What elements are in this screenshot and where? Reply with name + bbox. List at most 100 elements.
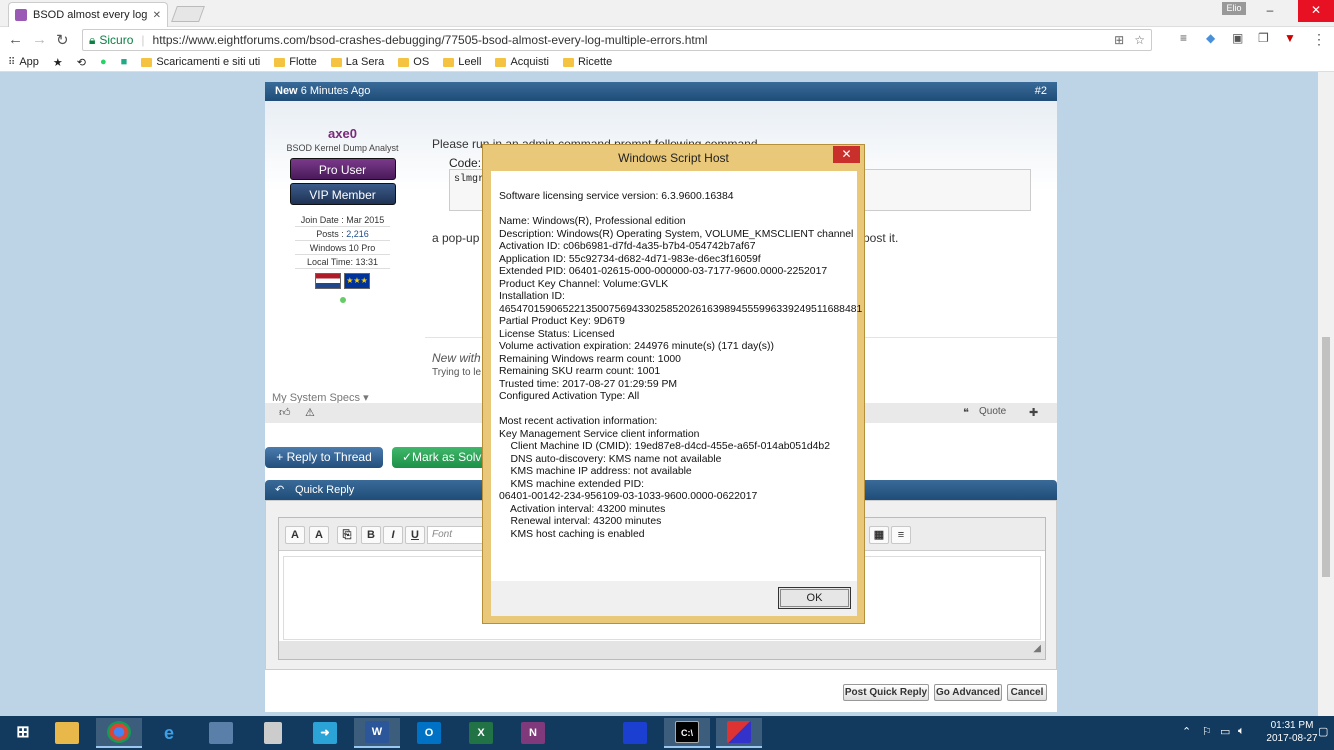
taskbar-word[interactable]: W <box>354 718 400 748</box>
extension-icon[interactable]: ≡ <box>1180 31 1187 45</box>
bookmark-folder[interactable]: OS <box>398 56 429 68</box>
extension-icon[interactable]: ❐ <box>1258 31 1269 45</box>
profile-badge[interactable]: Elio <box>1222 2 1246 15</box>
bookmark-star[interactable]: ★ <box>53 56 63 69</box>
volume-icon[interactable]: 🔈︎ <box>1238 725 1245 738</box>
go-advanced-button[interactable]: Go Advanced <box>934 684 1002 701</box>
taskbar-control-panel[interactable] <box>198 718 244 748</box>
username[interactable]: axe0 <box>275 126 410 141</box>
dialog-message: Software licensing service version: 6.3.… <box>491 171 862 581</box>
bookmark-whatsapp[interactable]: ● <box>100 56 107 68</box>
new-tab-button[interactable] <box>171 6 205 22</box>
mark-as-solved-button[interactable]: ✓Mark as Solv <box>392 447 487 468</box>
taskbar-app[interactable]: ➜ <box>302 718 348 748</box>
bookmark-folder[interactable]: Ricette <box>562 56 612 68</box>
taskbar-script-host[interactable] <box>716 718 762 748</box>
word-icon: W <box>365 721 389 743</box>
extension-icon[interactable]: ▣ <box>1232 31 1243 45</box>
remove-format-icon[interactable]: A <box>309 526 329 544</box>
reload-icon[interactable]: ↻ <box>56 31 69 49</box>
translate-icon[interactable]: ⊞ <box>1114 33 1124 47</box>
restore-button[interactable] <box>1266 0 1298 22</box>
reply-to-thread-button[interactable]: + Reply to Thread <box>265 447 383 468</box>
taskbar-app[interactable] <box>612 718 658 748</box>
dialog-line: Activation ID: c06b6981-d7fd-4a35-b7b4-0… <box>499 241 756 252</box>
bookmark-folder[interactable]: Flotte <box>274 56 317 68</box>
report-icon[interactable]: ⚠ <box>305 406 315 419</box>
forward-icon[interactable]: → <box>32 31 47 48</box>
bookmark-history[interactable]: ⟲ <box>77 56 86 69</box>
dialog-close-button[interactable]: ✕ <box>833 146 860 163</box>
post-count: Posts : 2,216 <box>295 229 390 241</box>
outlook-icon: O <box>417 722 441 744</box>
italic-button[interactable]: I <box>383 526 403 544</box>
taskbar-ie[interactable]: e <box>146 718 192 748</box>
bookmark-folder[interactable]: Leell <box>443 56 481 68</box>
dialog-line: Description: Windows(R) Operating System… <box>499 228 854 240</box>
address-bar[interactable]: 🔒︎ Sicuro | https://www.eightforums.com/… <box>82 29 1152 51</box>
page-scrollbar[interactable] <box>1318 72 1334 716</box>
font-color-icon[interactable]: A <box>285 526 305 544</box>
bookmark-folder[interactable]: Scaricamenti e siti uti <box>141 56 260 68</box>
dialog-line: Key Management Service client informatio… <box>499 428 700 440</box>
bookmark-folder[interactable]: La Sera <box>330 56 384 68</box>
post-number[interactable]: #2 <box>1035 82 1047 101</box>
dialog-line: Product Key Channel: Volume:GVLK <box>499 278 669 290</box>
scrollbar-thumb[interactable] <box>1322 337 1330 577</box>
multi-quote-icon[interactable]: ✚ <box>1029 406 1038 419</box>
menu-icon[interactable]: ⋮ <box>1312 31 1326 48</box>
browser-tab[interactable]: BSOD almost every log c ✕ <box>8 2 168 27</box>
bold-button[interactable]: B <box>361 526 381 544</box>
dialog-line: Name: Windows(R), Professional edition <box>499 216 686 227</box>
extension-icon[interactable]: ▼ <box>1284 31 1296 45</box>
bookmark-image[interactable]: ■ <box>121 56 128 68</box>
quote-button[interactable]: Quote <box>979 406 1006 417</box>
taskbar-excel[interactable]: X <box>458 718 504 748</box>
network-icon[interactable]: ▭ <box>1220 725 1230 738</box>
signature-title: New with <box>432 351 481 365</box>
tab-close-icon[interactable]: ✕ <box>153 10 161 21</box>
underline-button[interactable]: U <box>405 526 425 544</box>
thumbs-up-icon[interactable]: 👍︎ <box>279 406 291 419</box>
join-date: Join Date : Mar 2015 <box>295 215 390 227</box>
taskbar-onenote[interactable]: N <box>510 718 556 748</box>
dialog-line: Client Machine ID (CMID): 19ed87e8-d4cd-… <box>499 441 830 452</box>
user-os: Windows 10 Pro <box>295 243 390 255</box>
dialog-line: 06401-00142-234-956109-03-1033-9600.0000… <box>499 491 758 502</box>
taskbar-outlook[interactable]: O <box>406 718 452 748</box>
browser-toolbar: ← → ↻ 🔒︎ Sicuro | https://www.eightforum… <box>0 27 1334 53</box>
taskbar-cmd[interactable]: C:\ <box>664 718 710 748</box>
flag-icon[interactable]: ⚐ <box>1202 725 1212 738</box>
taskbar-explorer[interactable] <box>44 718 90 748</box>
extension-icon[interactable]: ◆ <box>1206 31 1215 45</box>
start-button[interactable]: ⊞ <box>0 718 46 748</box>
clock-date: 2017-08-27 <box>1266 733 1318 744</box>
bookmark-apps[interactable]: ⠿ App <box>8 56 39 68</box>
ok-button[interactable]: OK <box>778 587 851 609</box>
list-icon[interactable]: ≡ <box>891 526 911 544</box>
close-window-button[interactable]: ✕ <box>1298 0 1334 22</box>
post-header: New 6 Minutes Ago #2 <box>265 82 1057 101</box>
bookmark-folder[interactable]: Acquisti <box>495 56 549 68</box>
collapse-icon[interactable]: ↶ <box>275 480 284 500</box>
resize-handle-icon[interactable]: ◢ <box>1033 643 1041 654</box>
post-count-link[interactable]: 2,216 <box>346 229 369 239</box>
post-quick-reply-button[interactable]: Post Quick Reply <box>843 684 929 701</box>
dialog-line: Remaining Windows rearm count: 1000 <box>499 353 681 365</box>
command-prompt-icon: C:\ <box>675 721 699 743</box>
new-label: New <box>275 85 298 97</box>
cancel-button[interactable]: Cancel <box>1007 684 1047 701</box>
quote-icon[interactable]: ❝ <box>963 406 969 419</box>
clock[interactable]: 01:31 PM 2017-08-27 <box>1262 719 1322 745</box>
bookmark-star-icon[interactable]: ☆ <box>1134 33 1145 47</box>
insert-icon[interactable]: ▦ <box>869 526 889 544</box>
taskbar-calculator[interactable] <box>250 718 296 748</box>
back-icon[interactable]: ← <box>8 31 23 48</box>
vip-member-badge: VIP Member <box>289 183 396 205</box>
dialog-line: KMS machine IP address: not available <box>499 466 692 477</box>
show-hidden-icons-icon[interactable]: ⌃ <box>1182 725 1191 738</box>
notifications-icon[interactable]: ▢ <box>1318 725 1328 738</box>
taskbar-chrome[interactable] <box>96 718 142 748</box>
dialog-line: Extended PID: 06401-02615-000-000000-03-… <box>499 266 828 277</box>
paste-icon[interactable]: ⎘ <box>337 526 357 544</box>
